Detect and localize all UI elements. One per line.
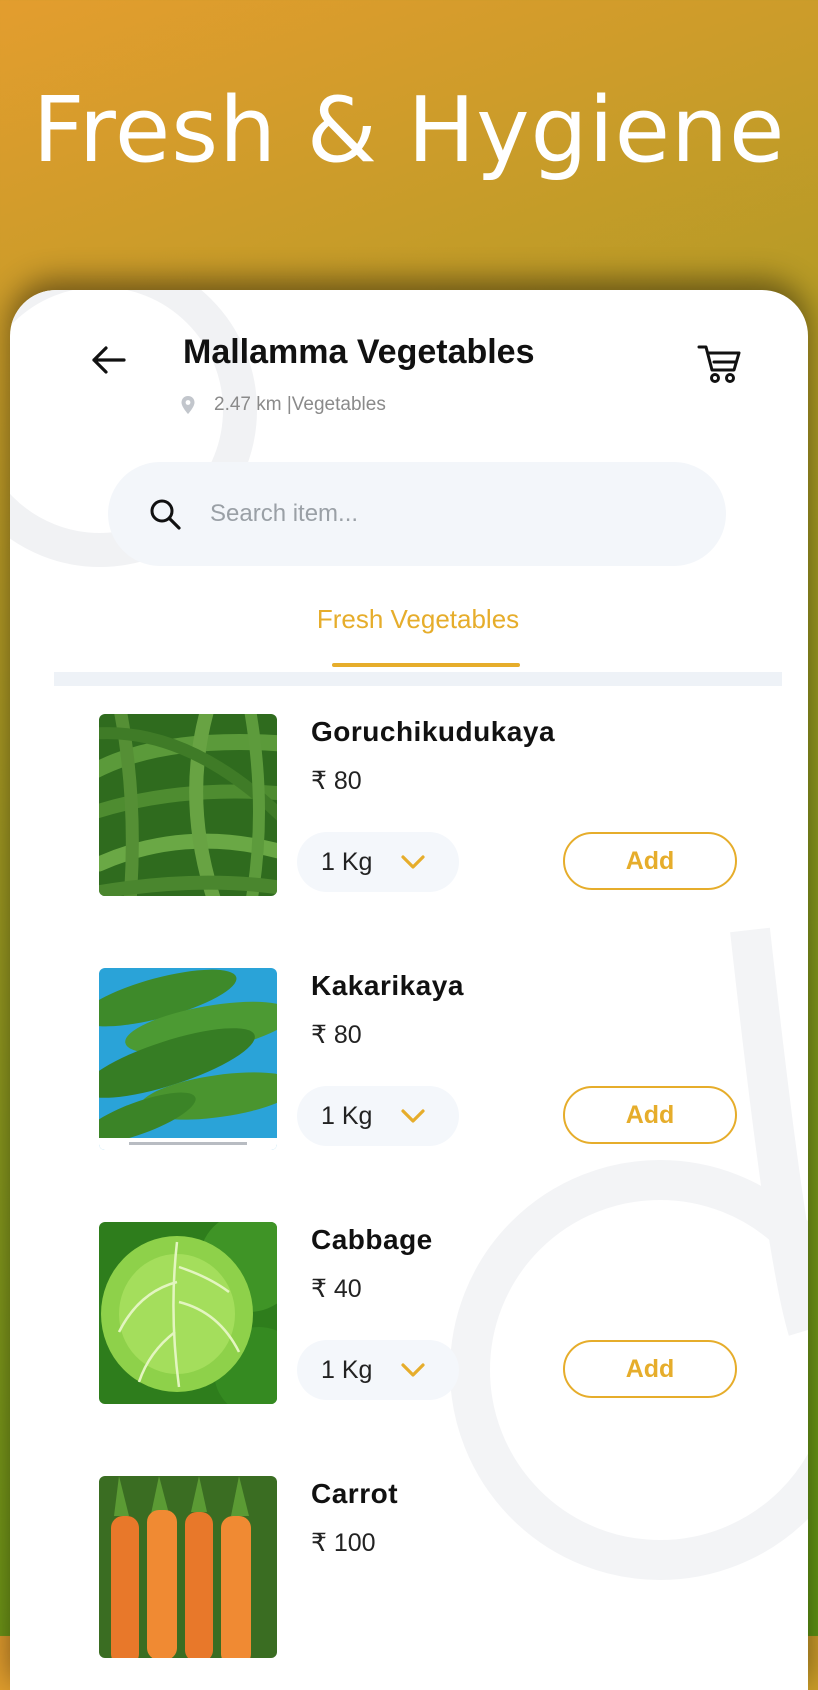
chevron-down-icon bbox=[401, 855, 426, 869]
store-meta: 2.47 km |Vegetables bbox=[180, 394, 386, 416]
app-screen: Mallamma Vegetables 2.47 km |Vegetables … bbox=[10, 290, 808, 1690]
tab-fresh-vegetables[interactable]: Fresh Vegetables bbox=[54, 604, 782, 635]
product-image-carrot[interactable] bbox=[99, 1476, 277, 1658]
product-name: Carrot bbox=[311, 1478, 399, 1509]
product-name: Cabbage bbox=[311, 1224, 433, 1255]
location-pin-icon bbox=[181, 396, 195, 414]
search-input[interactable] bbox=[208, 499, 692, 529]
product-price: ₹ 80 bbox=[311, 767, 362, 795]
quantity-dropdown[interactable]: 1 Kg bbox=[297, 1340, 459, 1400]
quantity-dropdown[interactable]: 1 Kg bbox=[297, 1086, 459, 1146]
product-price: ₹ 80 bbox=[311, 1021, 362, 1049]
quantity-value: 1 Kg bbox=[321, 1355, 373, 1384]
quantity-value: 1 Kg bbox=[321, 1101, 373, 1130]
product-price: ₹ 40 bbox=[311, 1275, 362, 1303]
add-button[interactable]: Add bbox=[563, 832, 737, 890]
search-bar[interactable] bbox=[108, 462, 726, 566]
product-image-cabbage[interactable] bbox=[99, 1222, 277, 1404]
product-item: Carrot ₹ 100 bbox=[10, 1476, 808, 1686]
arrow-left-icon bbox=[92, 346, 126, 374]
product-item: Goruchikudukaya ₹ 80 1 Kg Add bbox=[10, 714, 808, 924]
add-button[interactable]: Add bbox=[563, 1086, 737, 1144]
quantity-dropdown[interactable]: 1 Kg bbox=[297, 832, 459, 892]
chevron-down-icon bbox=[401, 1363, 426, 1377]
store-header: Mallamma Vegetables 2.47 km |Vegetables bbox=[10, 290, 808, 420]
back-button[interactable] bbox=[88, 340, 128, 380]
product-item: Kakarikaya ₹ 80 1 Kg Add bbox=[10, 968, 808, 1178]
store-distance-category: 2.47 km |Vegetables bbox=[214, 394, 386, 415]
quantity-value: 1 Kg bbox=[321, 847, 373, 876]
active-tab-indicator bbox=[332, 663, 520, 667]
store-name: Mallamma Vegetables bbox=[183, 333, 535, 371]
product-image-kakarikaya[interactable] bbox=[99, 968, 277, 1150]
product-price: ₹ 100 bbox=[311, 1529, 376, 1557]
product-item: Cabbage ₹ 40 1 Kg Add bbox=[10, 1222, 808, 1432]
cart-icon bbox=[697, 345, 741, 383]
product-image-goruchikudukaya[interactable] bbox=[99, 714, 277, 896]
banner-title: Fresh & Hygiene bbox=[32, 78, 786, 183]
product-name: Goruchikudukaya bbox=[311, 716, 556, 747]
search-icon bbox=[150, 499, 181, 530]
tabs-divider bbox=[54, 672, 782, 686]
category-tabs: Fresh Vegetables bbox=[54, 590, 782, 700]
add-button[interactable]: Add bbox=[563, 1340, 737, 1398]
cart-button[interactable] bbox=[696, 340, 742, 386]
chevron-down-icon bbox=[401, 1109, 426, 1123]
product-name: Kakarikaya bbox=[311, 970, 464, 1001]
